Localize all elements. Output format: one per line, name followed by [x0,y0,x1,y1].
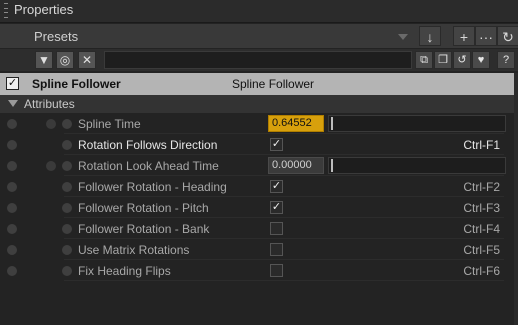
attribute-label: Spline Time [78,117,141,131]
panel-title: Properties [14,2,74,17]
copy-button[interactable]: ⧉ [415,51,433,69]
refresh-icon: ↻ [502,29,514,45]
shortcut-label: Ctrl-F1 [463,138,500,152]
panel-title-bar[interactable]: Properties [0,0,518,23]
shortcut-label: Ctrl-F2 [463,180,500,194]
attribute-label: Follower Rotation - Bank [78,222,210,236]
attribute-row: Follower Rotation - Bank Ctrl-F4 [0,218,514,239]
value-slider[interactable] [328,115,506,132]
favorite-button[interactable]: ♥ [472,51,490,69]
attribute-value-field[interactable]: 0.00000 [268,157,324,174]
animate-icon[interactable] [62,266,72,276]
attribute-label: Follower Rotation - Heading [78,180,227,194]
paste-button[interactable]: ❐ [434,51,452,69]
animate-icon[interactable] [62,140,72,150]
add-button[interactable]: + [453,26,475,46]
animate-icon[interactable] [62,245,72,255]
object-type: Spline Follower [232,77,315,91]
filter-button[interactable]: ▼ [35,51,53,69]
shortcut-label: Ctrl-F3 [463,201,500,215]
attribute-checkbox[interactable]: ✓ [270,180,283,193]
refresh-button[interactable]: ↻ [497,26,518,46]
target-icon: ◎ [59,53,71,67]
shortcut-label: Ctrl-F5 [463,243,500,257]
close-icon: ✕ [81,53,93,67]
attribute-checkbox[interactable] [270,243,283,256]
target-button[interactable]: ◎ [56,51,74,69]
ellipsis-icon: ··· [479,29,493,45]
help-icon[interactable] [7,182,17,192]
paste-icon: ❐ [438,54,448,66]
attribute-value-field[interactable]: 0.64552 [268,115,324,132]
attribute-label: Rotation Follows Direction [78,138,218,152]
download-button[interactable]: ↓ [419,26,441,46]
help-icon[interactable] [7,161,17,171]
clear-button[interactable]: ✕ [78,51,96,69]
attribute-row: Follower Rotation - Heading ✓ Ctrl-F2 [0,176,514,197]
help-icon[interactable] [7,203,17,213]
animate-icon[interactable] [62,224,72,234]
object-enabled-checkbox[interactable]: ✓ [6,77,19,90]
slider-handle[interactable] [331,159,333,172]
funnel-icon: ▼ [38,53,50,67]
slider-handle[interactable] [331,117,333,130]
collapse-arrow-icon[interactable] [8,100,18,107]
attribute-row: Fix Heading Flips Ctrl-F6 [0,260,514,281]
keyframe-icon[interactable] [46,119,56,129]
attribute-label: Rotation Look Ahead Time [78,159,219,173]
scrollbar[interactable] [514,73,518,325]
help-button[interactable]: ? [497,51,515,69]
presets-dropdown[interactable]: Presets [34,29,78,44]
group-label: Attributes [24,97,75,111]
attribute-checkbox[interactable]: ✓ [270,138,283,151]
animate-icon[interactable] [62,161,72,171]
copy-icon: ⧉ [420,54,428,66]
object-name: Spline Follower [32,77,121,91]
attribute-label: Follower Rotation - Pitch [78,201,209,215]
animate-icon[interactable] [62,182,72,192]
heart-icon: ♥ [477,54,485,66]
help-icon[interactable] [7,119,17,129]
row-divider [64,280,504,281]
help-icon[interactable] [7,266,17,276]
animate-icon[interactable] [62,203,72,213]
keyframe-icon[interactable] [46,161,56,171]
help-icon[interactable] [7,245,17,255]
shortcut-label: Ctrl-F4 [463,222,500,236]
attribute-checkbox[interactable] [270,222,283,235]
value-slider[interactable] [328,157,506,174]
attribute-row: Rotation Look Ahead Time 0.00000 [0,155,514,176]
attribute-row: Follower Rotation - Pitch ✓ Ctrl-F3 [0,197,514,218]
undo-icon: ↺ [457,54,467,66]
help-icon[interactable] [7,224,17,234]
filter-input[interactable] [104,51,412,69]
attribute-checkbox[interactable] [270,264,283,277]
shortcut-label: Ctrl-F6 [463,264,500,278]
attribute-row: Use Matrix Rotations Ctrl-F5 [0,239,514,260]
object-header: ✓ Spline Follower Spline Follower [0,73,514,95]
attribute-row: Rotation Follows Direction ✓ Ctrl-F1 [0,134,514,155]
attribute-list: Spline Time 0.64552 Rotation Follows Direc… [0,113,514,313]
attribute-checkbox[interactable]: ✓ [270,201,283,214]
more-button[interactable]: ··· [475,26,497,46]
attributes-group-header[interactable]: Attributes [0,95,514,113]
plus-icon: + [459,29,469,45]
reset-button[interactable]: ↺ [453,51,471,69]
help-icon[interactable] [7,140,17,150]
question-icon: ? [502,54,510,66]
attribute-row: Spline Time 0.64552 [0,113,514,134]
drag-grip-icon[interactable] [4,3,8,18]
attribute-label: Use Matrix Rotations [78,243,190,257]
chevron-down-icon[interactable] [398,34,408,40]
attribute-label: Fix Heading Flips [78,264,171,278]
download-arrow-icon: ↓ [426,29,434,45]
animate-icon[interactable] [62,119,72,129]
